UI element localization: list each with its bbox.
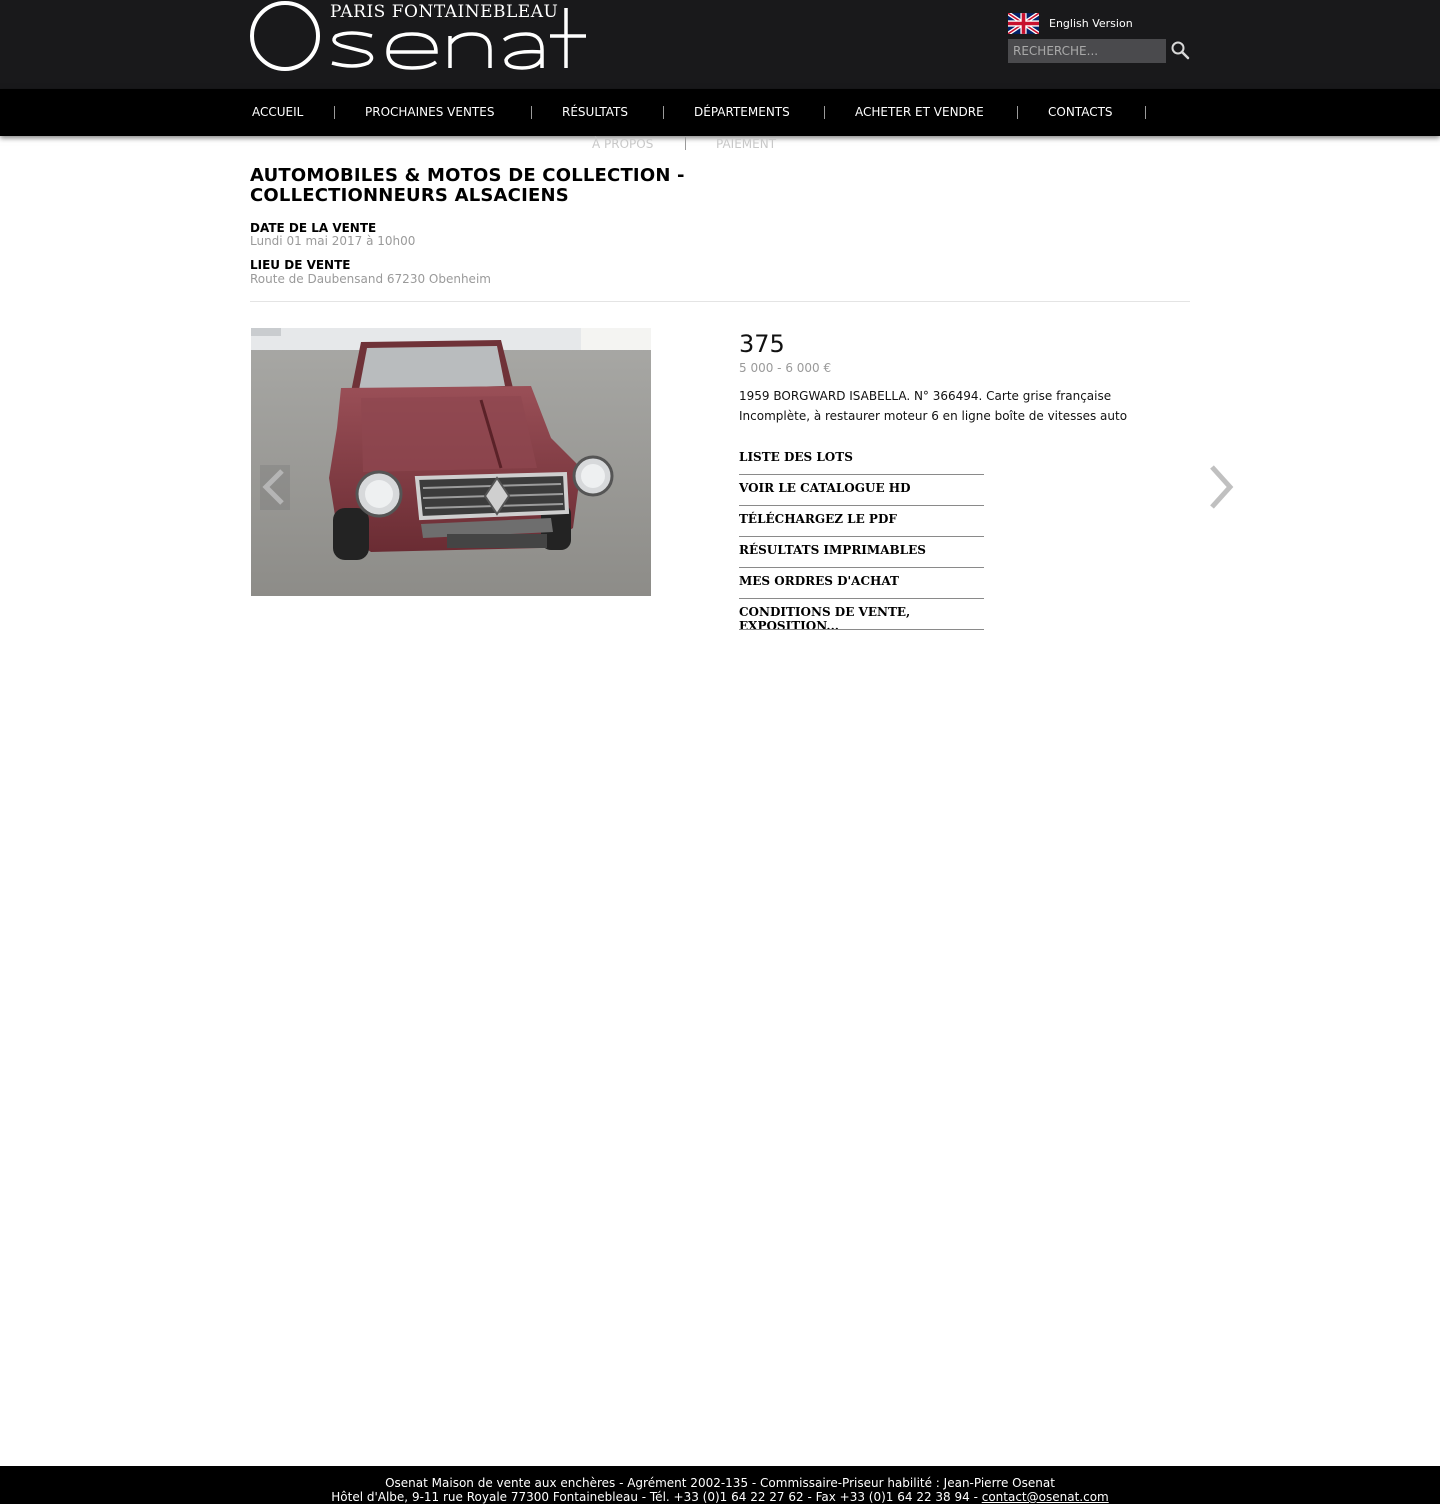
sale-date-value: Lundi 01 mai 2017 à 10h00 (250, 234, 416, 248)
previous-lot-arrow-icon[interactable] (260, 465, 290, 510)
search-icon[interactable] (1170, 40, 1190, 60)
link-mes-ordres-achat[interactable]: MES ORDRES D'ACHAT (739, 568, 984, 599)
nav-item-contacts[interactable]: CONTACTS (1048, 105, 1113, 119)
footer-email-link[interactable]: contact@osenat.com (982, 1490, 1109, 1504)
nav-separator (334, 106, 335, 119)
nav-item-a-propos[interactable]: À PROPOS (592, 137, 653, 151)
footer-line-1: Osenat Maison de vente aux enchères - Ag… (385, 1476, 1055, 1490)
site-header: PARIS FONTAINEBLEAU English Version (0, 0, 1440, 89)
uk-flag-icon (1008, 12, 1039, 34)
nav-separator (663, 106, 664, 119)
link-conditions-de-vente[interactable]: CONDITIONS DE VENTE, EXPOSITION... (739, 599, 984, 630)
osenat-logo[interactable]: PARIS FONTAINEBLEAU (250, 0, 590, 74)
lot-number: 375 (739, 330, 785, 358)
lot-estimate: 5 000 - 6 000 € (739, 361, 832, 375)
english-version-label: English Version (1049, 16, 1133, 30)
nav-item-paiement[interactable]: PAIEMENT (716, 137, 776, 151)
link-telechargez-pdf[interactable]: TÉLÉCHARGEZ LE PDF (739, 506, 984, 537)
sale-place-label: LIEU DE VENTE (250, 258, 351, 272)
lot-photo[interactable] (251, 328, 651, 596)
nav-separator (531, 106, 532, 119)
nav-item-prochaines-ventes[interactable]: PROCHAINES VENTES (365, 105, 494, 119)
nav-item-departements[interactable]: DÉPARTEMENTS (694, 105, 790, 119)
logo-wordmark (250, 1, 586, 71)
lot-description: 1959 BORGWARD ISABELLA. N° 366494. Carte… (739, 386, 1179, 426)
nav-separator (685, 137, 686, 150)
sale-links-menu: LISTE DES LOTS VOIR LE CATALOGUE HD TÉLÉ… (739, 444, 984, 630)
nav-separator (824, 106, 825, 119)
next-lot-arrow-icon[interactable] (1206, 463, 1236, 511)
sale-title: AUTOMOBILES & MOTOS DE COLLECTION - COLL… (250, 165, 685, 206)
link-resultats-imprimables[interactable]: RÉSULTATS IMPRIMABLES (739, 537, 984, 568)
nav-item-accueil[interactable]: ACCUEIL (252, 105, 303, 119)
section-divider (250, 301, 1190, 302)
link-liste-des-lots[interactable]: LISTE DES LOTS (739, 444, 984, 475)
lot-description-line: Incomplète, à restaurer moteur 6 en lign… (739, 409, 1128, 423)
lot-description-line: 1959 BORGWARD ISABELLA. N° 366494. Carte… (739, 389, 1112, 403)
footer-line-2: Hôtel d'Albe, 9-11 rue Royale 77300 Font… (0, 1490, 1440, 1504)
nav-item-resultats[interactable]: RÉSULTATS (562, 105, 628, 119)
nav-separator (1145, 106, 1146, 119)
main-nav: ACCUEIL PROCHAINES VENTES RÉSULTATS DÉPA… (0, 89, 1440, 151)
search-input[interactable] (1008, 39, 1166, 63)
site-footer: Osenat Maison de vente aux enchères - Ag… (0, 1466, 1440, 1504)
footer-address: Hôtel d'Albe, 9-11 rue Royale 77300 Font… (331, 1490, 982, 1504)
link-voir-catalogue-hd[interactable]: VOIR LE CATALOGUE HD (739, 475, 984, 506)
car-photo-illustration (251, 328, 651, 596)
sale-date-label: DATE DE LA VENTE (250, 221, 377, 235)
nav-separator (1017, 106, 1018, 119)
english-version-link[interactable]: English Version (1008, 12, 1133, 34)
nav-item-acheter-et-vendre[interactable]: ACHETER ET VENDRE (855, 105, 984, 119)
sale-place-value: Route de Daubensand 67230 Obenheim (250, 272, 491, 286)
